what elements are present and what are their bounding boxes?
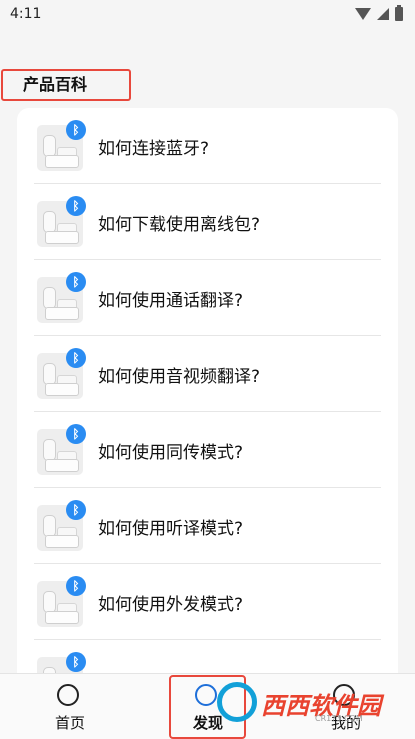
- bluetooth-icon: ᛒ: [66, 348, 86, 368]
- case-shape: [45, 383, 79, 396]
- bluetooth-icon: ᛒ: [66, 500, 86, 520]
- list-item-label: 如何下载使用离线包?: [98, 215, 261, 235]
- bluetooth-icon: ᛒ: [66, 120, 86, 140]
- status-time: 4:11: [10, 6, 42, 22]
- compass-icon: [195, 684, 217, 706]
- bluetooth-icon: ᛒ: [66, 424, 86, 444]
- bluetooth-icon: ᛒ: [66, 196, 86, 216]
- status-bar: 4:11: [0, 0, 415, 30]
- list-item-label: 如何使用听译模式?: [98, 519, 244, 539]
- earbud-shape: [43, 363, 56, 385]
- list-item-label: 如何使用音视频翻译?: [98, 367, 261, 387]
- list-item[interactable]: ᛒ 如何使用听译模式?: [17, 488, 398, 564]
- nav-home-label: 首页: [54, 714, 85, 732]
- case-shape: [45, 231, 79, 244]
- earbuds-thumbnail: ᛒ: [37, 272, 86, 323]
- watermark-subtext: CR173.COM: [315, 714, 363, 723]
- bluetooth-icon: ᛒ: [66, 652, 86, 672]
- wifi-icon: [355, 8, 371, 20]
- list-item[interactable]: ᛒ 如何使用外发模式?: [17, 564, 398, 640]
- faq-list: ᛒ 如何连接蓝牙? ᛒ 如何下载使用离线包? ᛒ 如何使用通话翻译? ᛒ 如何使…: [17, 108, 398, 688]
- list-item[interactable]: ᛒ 如何使用音视频翻译?: [17, 336, 398, 412]
- battery-icon: [395, 5, 403, 21]
- earbud-shape: [43, 211, 56, 233]
- list-item-label: 如何使用外发模式?: [98, 595, 244, 615]
- earbuds-thumbnail: ᛒ: [37, 576, 86, 627]
- signal-icon: [377, 8, 389, 20]
- earbud-shape: [43, 135, 56, 157]
- list-item[interactable]: ᛒ 如何连接蓝牙?: [17, 108, 398, 184]
- case-shape: [45, 307, 79, 320]
- list-item-label: 如何使用同传模式?: [98, 443, 244, 463]
- earbud-shape: [43, 287, 56, 309]
- watermark-logo-icon: [217, 682, 257, 722]
- list-item-label: 如何连接蓝牙?: [98, 139, 210, 159]
- case-shape: [45, 459, 79, 472]
- list-item-label: 如何使用通话翻译?: [98, 291, 244, 311]
- bluetooth-icon: ᛒ: [66, 272, 86, 292]
- status-icons: [355, 5, 403, 21]
- earbuds-thumbnail: ᛒ: [37, 196, 86, 247]
- nav-home[interactable]: 首页: [30, 674, 110, 736]
- section-title: 产品百科: [1, 69, 131, 101]
- case-shape: [45, 535, 79, 548]
- earbuds-thumbnail: ᛒ: [37, 500, 86, 551]
- list-item[interactable]: ᛒ 如何下载使用离线包?: [17, 184, 398, 260]
- earbuds-thumbnail: ᛒ: [37, 348, 86, 399]
- home-icon: [57, 684, 79, 706]
- case-shape: [45, 611, 79, 624]
- watermark: 西西软件园 CR173.COM: [217, 676, 407, 724]
- earbuds-thumbnail: ᛒ: [37, 120, 86, 171]
- earbud-shape: [43, 591, 56, 613]
- list-item[interactable]: ᛒ 如何使用通话翻译?: [17, 260, 398, 336]
- case-shape: [45, 155, 79, 168]
- list-item[interactable]: ᛒ 如何使用同传模式?: [17, 412, 398, 488]
- earbuds-thumbnail: ᛒ: [37, 424, 86, 475]
- earbud-shape: [43, 515, 56, 537]
- bluetooth-icon: ᛒ: [66, 576, 86, 596]
- earbud-shape: [43, 439, 56, 461]
